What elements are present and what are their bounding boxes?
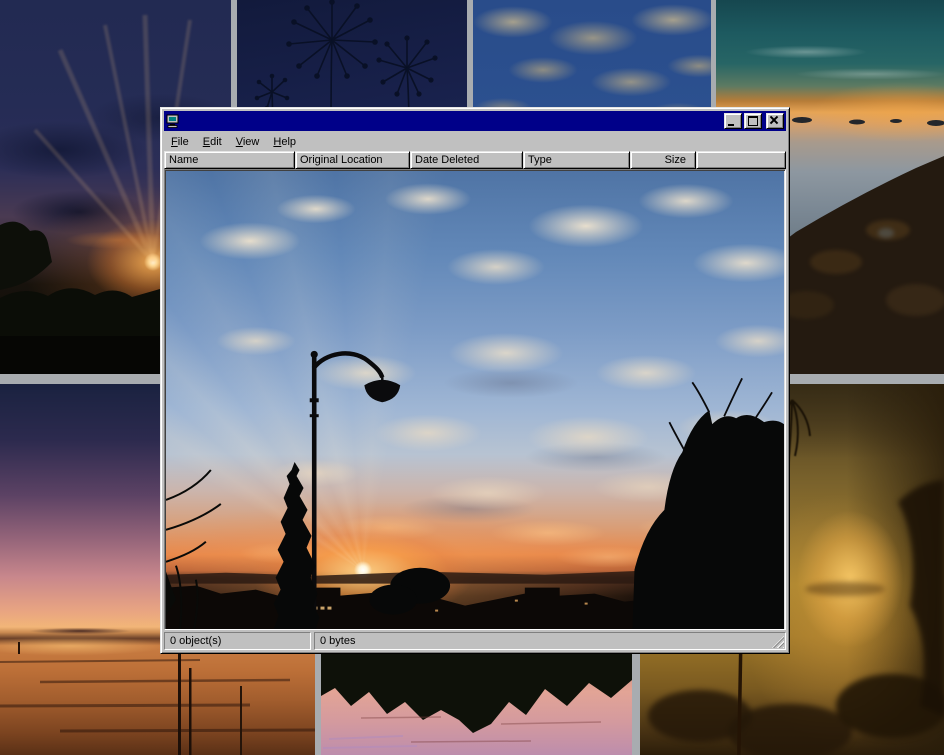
column-header-name[interactable]: Name	[164, 151, 295, 169]
menu-file[interactable]: File	[164, 134, 196, 150]
column-header-date-deleted[interactable]: Date Deleted	[410, 151, 523, 169]
status-bytes-panel: 0 bytes	[314, 632, 786, 650]
status-objects: 0 object(s)	[164, 632, 311, 650]
minimize-button[interactable]	[724, 113, 742, 129]
file-list-area[interactable]	[164, 169, 786, 630]
sunset-photo-silhouettes	[166, 171, 784, 630]
column-headers: Name Original Location Date Deleted Type…	[164, 151, 786, 169]
window-controls	[724, 113, 784, 129]
window-titlebar[interactable]	[164, 111, 786, 131]
column-header-original-location[interactable]: Original Location	[295, 151, 410, 169]
menu-bar: File Edit View Help	[164, 131, 786, 151]
menu-edit[interactable]: Edit	[196, 134, 229, 150]
recycle-bin-window: File Edit View Help Name Original Locati…	[160, 107, 790, 654]
status-bytes: 0 bytes	[320, 635, 355, 647]
column-header-filler	[696, 151, 786, 169]
resize-grip[interactable]	[772, 636, 784, 648]
column-header-type[interactable]: Type	[523, 151, 630, 169]
menu-help[interactable]: Help	[266, 134, 303, 150]
column-header-size[interactable]: Size	[630, 151, 696, 169]
status-bar: 0 object(s) 0 bytes	[164, 632, 786, 650]
menu-view[interactable]: View	[229, 134, 267, 150]
computer-icon	[166, 114, 181, 128]
list-view-background-photo	[166, 171, 784, 628]
close-button[interactable]	[766, 113, 784, 129]
maximize-button[interactable]	[744, 113, 762, 129]
